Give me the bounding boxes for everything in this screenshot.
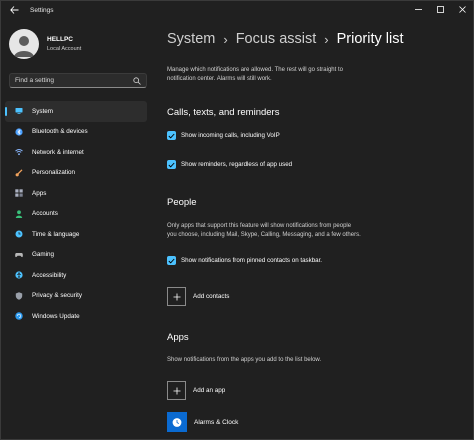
user-name: HELLPC bbox=[47, 36, 73, 43]
checkbox-checked[interactable] bbox=[167, 131, 176, 140]
sidebar-item-label: Bluetooth & devices bbox=[32, 128, 88, 136]
sidebar-item-label: Apps bbox=[32, 189, 47, 197]
checkmark-icon bbox=[168, 162, 175, 167]
sidebar: HELLPC Local Account System Bluetooth bbox=[1, 19, 155, 439]
plus-icon bbox=[173, 387, 180, 394]
sidebar-item-label: Gaming bbox=[32, 251, 55, 259]
sidebar-item-network[interactable]: Network & internet bbox=[5, 142, 147, 163]
sidebar-item-bluetooth[interactable]: Bluetooth & devices bbox=[5, 122, 147, 143]
gamepad-icon bbox=[15, 251, 23, 259]
plus-icon bbox=[173, 293, 180, 300]
breadcrumb: System › Focus assist › Priority list bbox=[167, 31, 404, 47]
checkmark-icon bbox=[168, 258, 175, 263]
sidebar-item-label: Personalization bbox=[32, 169, 76, 177]
sidebar-item-label: Windows Update bbox=[32, 312, 80, 320]
wifi-icon bbox=[15, 148, 23, 156]
add-app-row[interactable]: Add an app bbox=[167, 381, 225, 400]
sidebar-item-label: Accounts bbox=[32, 210, 58, 218]
sidebar-item-gaming[interactable]: Gaming bbox=[5, 245, 147, 266]
title-bar: Settings bbox=[1, 1, 473, 19]
user-profile[interactable]: HELLPC Local Account bbox=[9, 29, 81, 59]
back-arrow-icon[interactable] bbox=[8, 4, 20, 16]
checkbox-checked[interactable] bbox=[167, 256, 176, 265]
sidebar-item-privacy-security[interactable]: Privacy & security bbox=[5, 286, 147, 307]
shield-icon bbox=[15, 292, 23, 300]
add-app-button[interactable] bbox=[167, 381, 186, 400]
section-title-calls: Calls, texts, and reminders bbox=[167, 107, 280, 118]
add-contacts-row[interactable]: Add contacts bbox=[167, 287, 229, 306]
checkbox-checked[interactable] bbox=[167, 160, 176, 169]
update-icon bbox=[15, 312, 23, 320]
intro-text: Manage which notifications are allowed. … bbox=[167, 66, 437, 83]
account-type: Local Account bbox=[47, 46, 82, 52]
search-input[interactable] bbox=[10, 76, 132, 85]
checkbox-row-incoming-calls[interactable]: Show incoming calls, including VoIP bbox=[167, 131, 280, 140]
checkbox-label: Show notifications from pinned contacts … bbox=[181, 257, 323, 264]
person-icon bbox=[15, 210, 23, 218]
search-box bbox=[9, 73, 147, 88]
globe-clock-icon bbox=[15, 230, 23, 238]
sidebar-item-label: Time & language bbox=[32, 230, 80, 238]
sidebar-item-label: System bbox=[32, 107, 53, 115]
main-content: System › Focus assist › Priority list Ma… bbox=[167, 19, 473, 439]
chevron-right-icon: › bbox=[324, 31, 329, 47]
intro-line: Manage which notifications are allowed. … bbox=[167, 67, 343, 73]
close-button[interactable] bbox=[451, 1, 473, 17]
breadcrumb-system[interactable]: System bbox=[167, 31, 215, 47]
avatar bbox=[9, 29, 39, 59]
intro-line: notification center. Alarms will still w… bbox=[167, 75, 272, 82]
sidebar-item-accessibility[interactable]: Accessibility bbox=[5, 265, 147, 286]
maximize-button[interactable] bbox=[429, 1, 451, 17]
chevron-right-icon: › bbox=[223, 31, 228, 47]
sidebar-item-accounts[interactable]: Accounts bbox=[5, 204, 147, 225]
checkbox-label: Show incoming calls, including VoIP bbox=[181, 132, 280, 139]
alarm-clock-icon bbox=[167, 412, 187, 432]
section-title-apps: Apps bbox=[167, 332, 189, 343]
breadcrumb-focus-assist[interactable]: Focus assist bbox=[236, 31, 317, 47]
add-contacts-label: Add contacts bbox=[193, 293, 230, 300]
bluetooth-icon bbox=[15, 128, 23, 136]
window-title: Settings bbox=[30, 6, 54, 14]
sidebar-item-system[interactable]: System bbox=[5, 101, 147, 122]
monitor-icon bbox=[15, 107, 23, 115]
sidebar-item-label: Network & internet bbox=[32, 148, 84, 156]
page-title: Priority list bbox=[336, 31, 404, 47]
minimize-button[interactable] bbox=[407, 1, 429, 17]
checkbox-row-pinned-contacts[interactable]: Show notifications from pinned contacts … bbox=[167, 256, 322, 265]
sidebar-item-label: Accessibility bbox=[32, 271, 67, 279]
brush-icon bbox=[15, 169, 23, 177]
checkbox-row-reminders[interactable]: Show reminders, regardless of app used bbox=[167, 160, 292, 169]
sidebar-item-time-language[interactable]: Time & language bbox=[5, 224, 147, 245]
sidebar-item-personalization[interactable]: Personalization bbox=[5, 163, 147, 184]
sidebar-item-windows-update[interactable]: Windows Update bbox=[5, 306, 147, 327]
sidebar-item-label: Privacy & security bbox=[32, 292, 83, 300]
app-list-item[interactable]: Alarms & Clock bbox=[167, 412, 238, 432]
checkmark-icon bbox=[168, 133, 175, 138]
settings-window: Settings HELLPC Local Account Find a set… bbox=[0, 0, 474, 440]
sidebar-item-apps[interactable]: Apps bbox=[5, 183, 147, 204]
checkbox-label: Show reminders, regardless of app used bbox=[181, 161, 293, 168]
people-description: Only apps that support this feature will… bbox=[167, 222, 437, 239]
add-app-label: Add an app bbox=[193, 387, 226, 394]
window-controls bbox=[407, 1, 473, 17]
people-desc-line: Only apps that support this feature will… bbox=[167, 223, 352, 229]
apps-icon bbox=[15, 189, 23, 197]
app-name: Alarms & Clock bbox=[194, 418, 239, 426]
search-icon[interactable] bbox=[132, 76, 142, 86]
apps-description: Show notifications from the apps you add… bbox=[167, 357, 322, 363]
section-title-people: People bbox=[167, 197, 197, 208]
sidebar-nav: System Bluetooth & devices Network & int… bbox=[5, 101, 147, 327]
people-desc-line: you choose, including Mail, Skype, Calli… bbox=[167, 231, 361, 238]
user-silhouette-icon bbox=[14, 36, 34, 57]
accessibility-icon bbox=[15, 271, 23, 279]
add-contacts-button[interactable] bbox=[167, 287, 186, 306]
